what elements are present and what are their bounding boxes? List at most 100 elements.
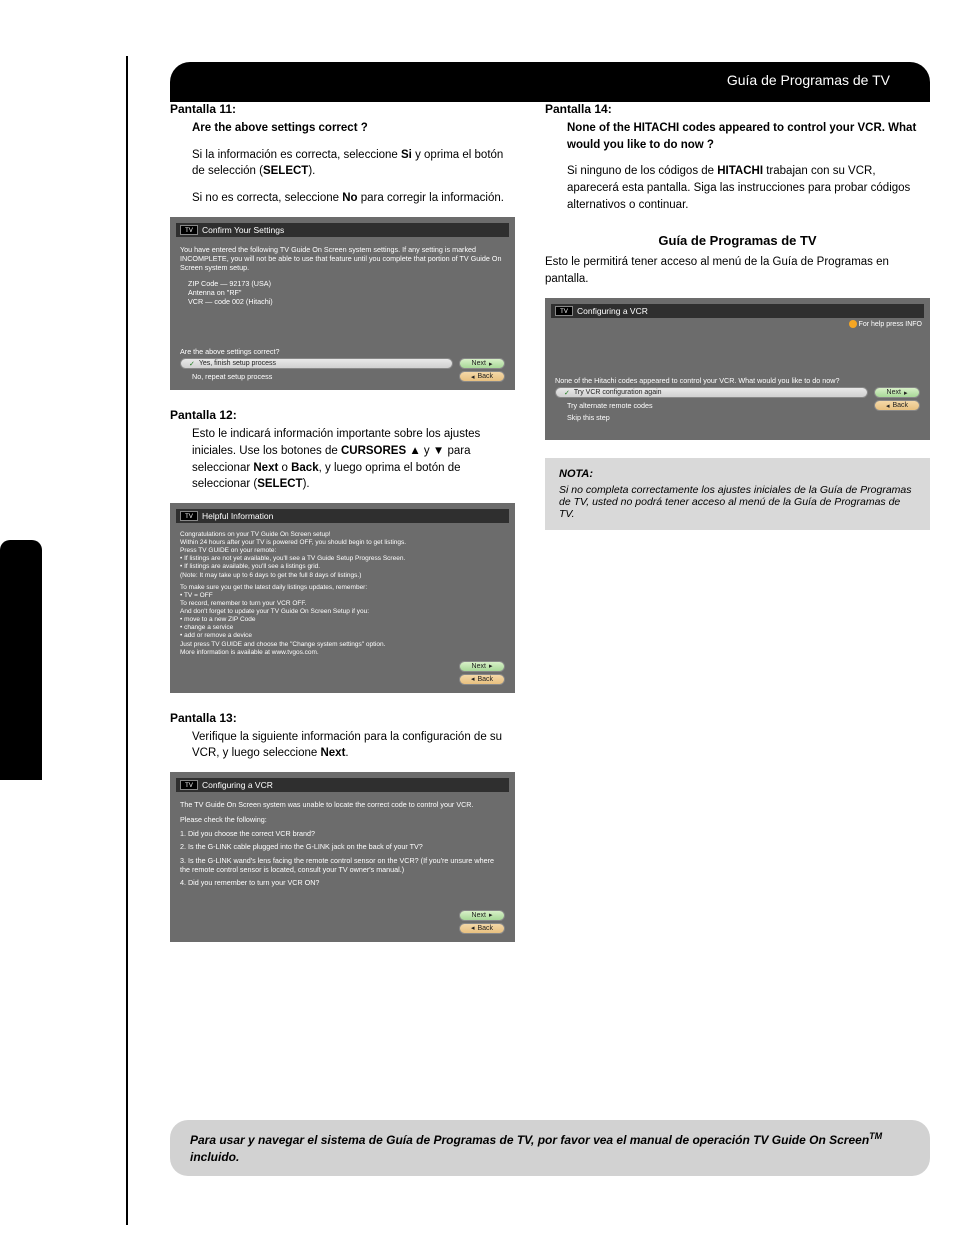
arrow-next-icon: ▸: [489, 360, 493, 368]
p14-ss-next-btn[interactable]: Next ▸: [874, 387, 920, 398]
p14-ss-header: TV Configuring a VCR: [551, 304, 924, 318]
left-column: Pantalla 11: Are the above settings corr…: [170, 102, 515, 960]
p12-ss-l8: • TV = OFF: [180, 592, 505, 600]
p12-ss-l9: To record, remember to turn your VCR OFF…: [180, 600, 505, 608]
p14-t1: Si ninguno de los códigos de: [567, 165, 717, 177]
p12-ss-l11: • move to a new ZIP Code: [180, 616, 505, 624]
p14-screenshot: TV Configuring a VCR For help press INFO…: [545, 298, 930, 440]
p12-title: Pantalla 12:: [170, 408, 515, 422]
p12-t2: y: [421, 445, 433, 457]
p12-screenshot: TV Helpful Information Congratulations o…: [170, 503, 515, 693]
p11-ss-text1: You have entered the following TV Guide …: [180, 245, 505, 273]
p12-back: Back: [291, 462, 319, 474]
p14-ss-next-label: Next: [887, 389, 901, 396]
p11-si: Si: [401, 149, 412, 161]
p12-down: ▼: [433, 445, 444, 457]
p12-select: SELECT: [257, 478, 302, 490]
arrow-back-icon: ◂: [886, 402, 890, 410]
p11-t5: para corregir la información.: [358, 192, 504, 204]
bottom-text-1: Para usar y navegar el sistema de Guía d…: [190, 1133, 869, 1147]
p11-title: Pantalla 11:: [170, 102, 515, 116]
p12-ss-l1: Congratulations on your TV Guide On Scre…: [180, 531, 505, 539]
p11-ss-yes-label: Yes, finish setup process: [199, 360, 276, 367]
p14-q: None of the HITACHI codes appeared to co…: [567, 122, 916, 151]
p11-q: Are the above settings correct ?: [192, 122, 368, 134]
p13-ss-next-btn[interactable]: Next ▸: [459, 910, 505, 921]
p14-subpara: Esto le permitirá tener acceso al menú d…: [545, 254, 930, 287]
p13-ss-header: TV Configuring a VCR: [176, 778, 509, 792]
p12-t4: o: [278, 462, 291, 474]
p13-screenshot: TV Configuring a VCR The TV Guide On Scr…: [170, 772, 515, 942]
p11-ss-next-label: Next: [472, 360, 486, 367]
p13-ss-l6: 4. Did you remember to turn your VCR ON?: [180, 878, 505, 887]
p13-ss-l3: 1. Did you choose the correct VCR brand?: [180, 829, 505, 838]
arrow-next-icon: ▸: [489, 911, 493, 919]
p12-ss-l2: Within 24 hours after your TV is powered…: [180, 539, 505, 547]
p12-ss-l12: • change a service: [180, 624, 505, 632]
arrow-back-icon: ◂: [471, 373, 475, 381]
p13-next: Next: [320, 747, 345, 759]
p12-ss-back-label: Back: [477, 676, 493, 683]
p11-t4: Si no es correcta, seleccione: [192, 192, 342, 204]
side-tab-label: Menú en Pantalla: [78, 670, 101, 833]
p14-ss-back-btn[interactable]: ◂ Back: [874, 400, 920, 411]
p14-brand: HITACHI: [717, 165, 763, 177]
p12-ss-back-btn[interactable]: ◂ Back: [459, 674, 505, 685]
p14-ss-opt3[interactable]: Skip this step: [555, 413, 920, 422]
tv-guide-logo: TV: [180, 780, 198, 790]
checkmark-icon: ✓: [189, 360, 195, 368]
p12-ss-header-text: Helpful Information: [202, 511, 273, 521]
bottom-callout: Para usar y navegar el sistema de Guía d…: [170, 1120, 930, 1176]
p12-t6: ).: [303, 478, 310, 490]
page-body: Pantalla 11: Are the above settings corr…: [170, 102, 930, 960]
p12-ss-l3: Press TV GUIDE on your remote:: [180, 547, 505, 555]
p14-ss-header-text: Configuring a VCR: [577, 306, 648, 316]
guia-heading: Guía de Programas de TV: [545, 233, 930, 248]
p11-ss-next-btn[interactable]: Next ▸: [459, 358, 505, 369]
p11-t1: Si la información es correcta, seleccion…: [192, 149, 401, 161]
header-bar: Guía de Programas de TV: [170, 62, 930, 102]
p14-ss-opt1-label: Try VCR configuration again: [574, 389, 662, 396]
arrow-next-icon: ▸: [904, 389, 908, 397]
p12-ss-header: TV Helpful Information: [176, 509, 509, 523]
p14-ss-opt1[interactable]: ✓ Try VCR configuration again: [555, 387, 868, 398]
bottom-text-2: incluido.: [190, 1150, 239, 1164]
p12-ss-next-btn[interactable]: Next ▸: [459, 661, 505, 672]
help-info-badge: For help press INFO: [849, 320, 922, 328]
p13-ss-l1: The TV Guide On Screen system was unable…: [180, 800, 505, 809]
help-info-text: For help press INFO: [859, 321, 922, 328]
p12-next: Next: [253, 462, 278, 474]
p11-ss-opt-no[interactable]: No, repeat setup process: [180, 372, 453, 381]
p12-ss-l14: Just press TV GUIDE and choose the "Chan…: [180, 641, 505, 649]
p12-ss-l13: • add or remove a device: [180, 632, 505, 640]
p12-ss-l5: • If listings are available, you'll see …: [180, 563, 505, 571]
side-tab: Menú en Pantalla: [0, 540, 42, 780]
p11-ss-back-btn[interactable]: ◂ Back: [459, 371, 505, 382]
arrow-back-icon: ◂: [471, 675, 475, 683]
p14-ss-opt2[interactable]: Try alternate remote codes: [555, 401, 868, 410]
p14-ss-l1: None of the Hitachi codes appeared to co…: [555, 376, 920, 385]
p13-ss-l5: 3. Is the G-LINK wand's lens facing the …: [180, 856, 505, 875]
p11-ss-vcr: VCR — code 002 (Hitachi): [180, 297, 505, 306]
p14-title: Pantalla 14:: [545, 102, 930, 116]
p12-ss-l10: And don't forget to update your TV Guide…: [180, 608, 505, 616]
p13-t2: .: [345, 747, 348, 759]
arrow-back-icon: ◂: [471, 924, 475, 932]
p13-ss-back-label: Back: [477, 925, 493, 932]
nota-body: Si no completa correctamente los ajustes…: [559, 484, 916, 520]
p13-ss-back-btn[interactable]: ◂ Back: [459, 923, 505, 934]
p11-ss-header: TV Confirm Your Settings: [176, 223, 509, 237]
p12-ss-l7: To make sure you get the latest daily li…: [180, 584, 505, 592]
p11-select: SELECT: [263, 165, 308, 177]
p11-ss-opt-yes[interactable]: ✓ Yes, finish setup process: [180, 358, 453, 369]
header-title: Guía de Programas de TV: [727, 72, 890, 88]
p13-ss-l2: Please check the following:: [180, 815, 505, 824]
p11-ss-back-label: Back: [477, 373, 493, 380]
p13-title: Pantalla 13:: [170, 711, 515, 725]
p14-ss-back-label: Back: [892, 402, 908, 409]
nota-box: NOTA: Si no completa correctamente los a…: [545, 458, 930, 530]
p12-ss-next-label: Next: [472, 663, 486, 670]
checkmark-icon: ✓: [564, 389, 570, 397]
p11-ss-q: Are the above settings correct?: [180, 347, 505, 356]
nota-title: NOTA:: [559, 468, 916, 480]
